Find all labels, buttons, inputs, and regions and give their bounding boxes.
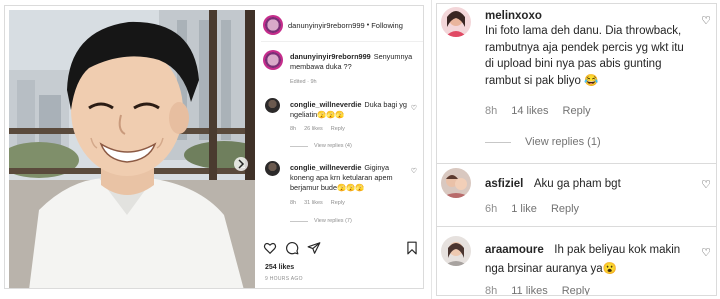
commenter-avatar[interactable] (265, 161, 280, 176)
comment-text: conglie_willneverdie Duka bagi yg ngeliat… (290, 100, 408, 120)
avatar-image (441, 236, 471, 266)
comment-meta: 8h 31 likes Reply (290, 200, 345, 206)
share-icon[interactable] (307, 241, 321, 255)
comment-icon[interactable] (285, 241, 299, 255)
post-time: 9 HOURS AGO (265, 276, 303, 282)
panel-divider (431, 0, 432, 299)
view-replies-button[interactable]: View replies (7) (290, 218, 352, 224)
comment-username[interactable]: araamoure (485, 244, 544, 256)
following-button[interactable]: Following (371, 21, 403, 30)
comment-likes[interactable]: 14 likes (511, 105, 548, 117)
author-username[interactable]: danunyinyir9reborn999 (288, 21, 365, 30)
man-smiling-photo (9, 10, 255, 288)
heart-icon[interactable]: ♡ (701, 178, 711, 191)
heart-icon[interactable]: ♡ (411, 104, 417, 112)
comment-time: 8h (485, 105, 498, 117)
comment-time: 8h (290, 200, 297, 206)
comment-time: 8h (485, 285, 498, 296)
author-avatar[interactable] (263, 15, 283, 35)
comment-reply-button[interactable]: Reply (562, 285, 590, 295)
comment-divider (437, 163, 716, 164)
caption-text: danunyinyir9reborn999 Senyumnya membawa d… (290, 52, 420, 72)
replies-line (290, 145, 308, 147)
comment-time: 6h (485, 203, 498, 215)
caption-username[interactable]: danunyinyir9reborn999 (290, 52, 371, 61)
comment-likes[interactable]: 11 likes (511, 285, 547, 295)
comment-likes[interactable]: 31 likes (304, 200, 323, 206)
commenter-avatar[interactable] (441, 236, 471, 266)
comment-text: Aku ga pham bgt (533, 178, 621, 190)
heart-icon[interactable]: ♡ (701, 14, 711, 27)
post-action-bar (263, 241, 419, 257)
view-replies-button[interactable]: View replies (4) (290, 143, 352, 149)
comment-reply-button[interactable]: Reply (551, 203, 579, 215)
comment-time: 8h (290, 126, 297, 132)
replies-line (485, 141, 511, 143)
heart-icon[interactable]: ♡ (411, 167, 417, 175)
comment-likes[interactable]: 1 like (511, 203, 537, 215)
commenter-avatar[interactable] (265, 98, 280, 113)
view-replies-label[interactable]: View replies (4) (314, 143, 352, 149)
comment-divider (437, 226, 716, 227)
comment-reply-button[interactable]: Reply (331, 126, 345, 132)
header-divider (261, 41, 423, 42)
view-replies-button[interactable]: View replies (1) (485, 136, 601, 148)
post-header: danunyinyir9reborn999 • Following (263, 14, 423, 36)
post-sidebar: danunyinyir9reborn999 • Following danuny… (257, 6, 423, 288)
post-likes-count[interactable]: 254 likes (265, 264, 294, 271)
post-photo[interactable] (9, 10, 255, 288)
comment-content: araamoure Ih pak beliyau kok makin nga b… (485, 240, 695, 277)
avatar-image (441, 168, 471, 198)
view-replies-label[interactable]: View replies (7) (314, 218, 352, 224)
comment-reply-button[interactable]: Reply (331, 200, 345, 206)
comment-text: conglie_willneverdie Giginya koneng apa k… (290, 163, 408, 193)
avatar-image (441, 7, 471, 37)
comment-username[interactable]: conglie_willneverdie (290, 163, 361, 172)
heart-icon[interactable] (263, 241, 277, 255)
replies-line (290, 220, 308, 222)
comment-meta: 6h 1 like Reply (485, 203, 579, 215)
view-replies-label[interactable]: View replies (1) (525, 136, 601, 148)
header-separator: • (366, 21, 370, 29)
comment-text: Ini foto lama deh danu. Dia throwback, r… (485, 25, 684, 87)
comment-body-wrap: Ini foto lama deh danu. Dia throwback, r… (485, 9, 695, 89)
comment-username[interactable]: conglie_willneverdie (290, 100, 361, 109)
bookmark-icon[interactable] (405, 241, 419, 255)
comment-content: asfiziel Aku ga pham bgt (485, 174, 695, 193)
heart-icon[interactable]: ♡ (701, 246, 711, 259)
comment-meta: 8h 26 likes Reply (290, 126, 345, 132)
instagram-post-panel: danunyinyir9reborn999 • Following danuny… (4, 5, 424, 289)
comment-meta: 8h 11 likes Reply (485, 285, 590, 296)
comment-meta: 8h 14 likes Reply (485, 105, 591, 117)
comment-username[interactable]: asfiziel (485, 178, 523, 190)
comment-reply-button[interactable]: Reply (563, 105, 591, 117)
commenter-avatar[interactable] (441, 7, 471, 37)
comments-zoom-panel: melinxoxo Ini foto lama deh danu. Dia th… (436, 3, 717, 296)
commenter-avatar[interactable] (441, 168, 471, 198)
comment-likes[interactable]: 26 likes (304, 126, 323, 132)
caption-avatar[interactable] (263, 50, 283, 70)
caption-meta: Edited · 9h (290, 79, 317, 85)
